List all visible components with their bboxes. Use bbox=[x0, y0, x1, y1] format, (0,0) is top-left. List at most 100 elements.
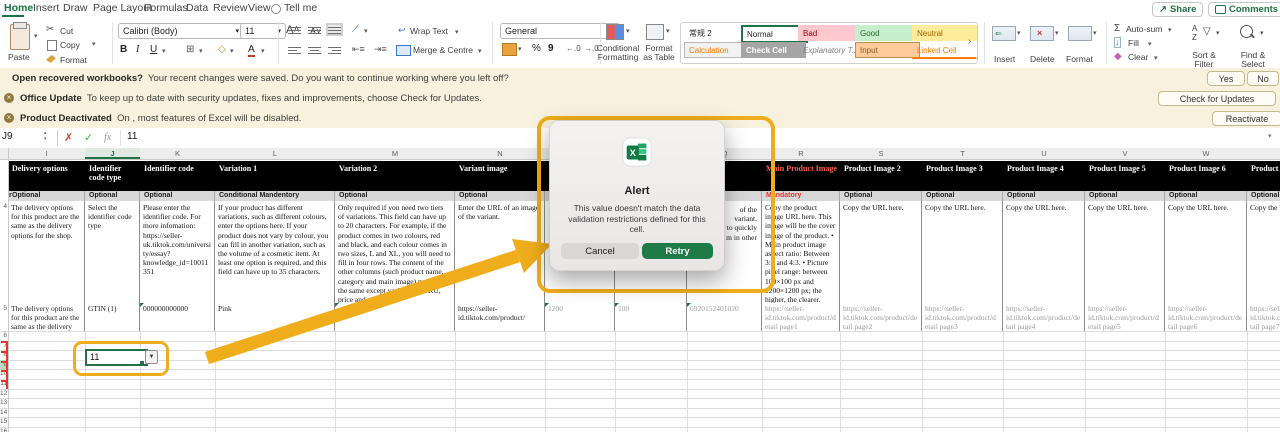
col-X-description[interactable]: Copy the URL here. bbox=[1247, 201, 1280, 304]
col-T-header[interactable]: Product Image 3 bbox=[922, 161, 1004, 191]
format-painter-icon[interactable] bbox=[46, 55, 56, 63]
underline-chevron-icon[interactable]: ▾ bbox=[162, 47, 166, 55]
col-N-value[interactable]: https://seller-id.tiktok.com/product/ bbox=[455, 303, 545, 332]
format-cells-icon[interactable] bbox=[1068, 26, 1092, 41]
format-as-table-icon[interactable] bbox=[646, 24, 664, 40]
confirm-entry-icon[interactable]: ✓ bbox=[84, 131, 93, 144]
no-button[interactable]: No bbox=[1247, 71, 1279, 86]
reactivate-button[interactable]: Reactivate bbox=[1212, 111, 1280, 126]
close-icon[interactable]: × bbox=[4, 113, 14, 123]
clear-button[interactable]: Clear bbox=[1128, 52, 1148, 62]
row-number-15[interactable]: 15 bbox=[0, 418, 7, 425]
yes-button[interactable]: Yes bbox=[1207, 71, 1245, 86]
col-L-value[interactable]: Pink bbox=[215, 303, 335, 332]
orientation-icon[interactable]: ⟋ bbox=[352, 24, 359, 35]
copy-button[interactable]: Copy bbox=[60, 40, 80, 50]
column-letter-T[interactable]: T bbox=[922, 148, 1004, 159]
style-check-cell[interactable]: Check Cell bbox=[741, 42, 806, 58]
menu-view[interactable]: View bbox=[248, 2, 271, 14]
insert-function-icon[interactable]: fx bbox=[104, 132, 111, 143]
col-I-header[interactable]: Delivery options bbox=[8, 161, 86, 191]
col-V-header[interactable]: Product Image 5 bbox=[1085, 161, 1166, 191]
column-letter-W[interactable]: W bbox=[1165, 148, 1248, 159]
menu-tell-me[interactable]: Tell me bbox=[284, 2, 317, 14]
col-I-description[interactable]: The delivery options for this product ar… bbox=[8, 201, 85, 304]
align-middle-icon[interactable] bbox=[308, 25, 321, 34]
col-J-value[interactable]: GTIN (1) bbox=[85, 303, 140, 332]
col-J-header[interactable]: Identifier code type bbox=[85, 161, 141, 191]
menu-review[interactable]: Review bbox=[213, 2, 247, 14]
col-W-header[interactable]: Product Image 6 bbox=[1165, 161, 1248, 191]
col-R-value[interactable]: https://seller-id.tiktok.com/product/det… bbox=[762, 303, 840, 332]
col-V-description[interactable]: Copy the URL here. bbox=[1085, 201, 1165, 304]
col-P-value[interactable]: 100 bbox=[615, 303, 687, 332]
col-L-header[interactable]: Variation 1 bbox=[215, 161, 336, 191]
col-W-description[interactable]: Copy the URL here. bbox=[1165, 201, 1247, 304]
find-chevron-icon[interactable]: ▾ bbox=[1260, 29, 1264, 37]
menu-formulas[interactable]: Formulas bbox=[144, 2, 188, 14]
autosum-chevron-icon[interactable]: ▾ bbox=[1168, 26, 1172, 34]
close-icon[interactable]: × bbox=[4, 93, 14, 103]
cf-chevron-icon[interactable]: ▾ bbox=[626, 27, 630, 35]
number-format-combo[interactable]: General▾ bbox=[500, 23, 620, 39]
fat-chevron-icon[interactable]: ▾ bbox=[666, 27, 670, 35]
find-select-button[interactable]: Find & Select bbox=[1234, 51, 1272, 69]
insert-cells-icon[interactable]: ⇐ bbox=[992, 26, 1016, 41]
col-J-description[interactable]: Select the identifier code type bbox=[85, 201, 140, 304]
col-X-value[interactable]: https://seller-id.tiktok.com/product/det… bbox=[1247, 303, 1280, 332]
col-K-value[interactable]: 000000000000 bbox=[140, 303, 215, 332]
col-M-description[interactable]: Only required if you need two tiers of v… bbox=[335, 201, 455, 304]
italic-button[interactable]: I bbox=[136, 44, 139, 55]
style-input[interactable]: Input bbox=[855, 42, 920, 58]
column-letter-I[interactable]: I bbox=[8, 148, 86, 159]
copy-chevron-icon[interactable]: ▾ bbox=[92, 40, 96, 48]
col-W-value[interactable]: https://seller-id.tiktok.com/product/det… bbox=[1165, 303, 1247, 332]
col-M-header[interactable]: Variation 2 bbox=[335, 161, 456, 191]
align-right-icon[interactable] bbox=[328, 45, 341, 54]
retry-button[interactable]: Retry bbox=[642, 243, 713, 259]
cut-button[interactable]: Cut bbox=[60, 26, 73, 36]
column-letter-S[interactable]: S bbox=[840, 148, 923, 159]
comments-button[interactable]: Comments bbox=[1208, 2, 1280, 17]
col-S-value[interactable]: https://seller-id.tiktok.com/product/det… bbox=[840, 303, 922, 332]
col-T-value[interactable]: https://seller-id.tiktok.com/product/det… bbox=[922, 303, 1003, 332]
merge-centre-button[interactable]: Merge & Centre bbox=[413, 45, 473, 55]
accounting-format-icon[interactable] bbox=[502, 43, 517, 56]
menu-insert[interactable]: Insert bbox=[33, 2, 59, 14]
column-letter-V[interactable]: V bbox=[1085, 148, 1166, 159]
col-N-header[interactable]: Variant image bbox=[455, 161, 546, 191]
percent-style-icon[interactable]: % bbox=[532, 43, 541, 54]
delete-chevron-icon[interactable]: ▾ bbox=[1055, 29, 1059, 37]
autosum-button[interactable]: Auto-sum bbox=[1126, 24, 1162, 34]
style-normal2[interactable]: 常规 2 bbox=[684, 25, 749, 41]
align-left-icon[interactable] bbox=[288, 45, 301, 54]
align-center-icon[interactable] bbox=[308, 45, 321, 54]
cancel-entry-icon[interactable]: ✗ bbox=[64, 131, 73, 144]
styles-more-icon[interactable]: › bbox=[968, 36, 971, 47]
cancel-button[interactable]: Cancel bbox=[561, 243, 639, 259]
selected-cell-j9[interactable]: 11 bbox=[85, 349, 148, 366]
clear-chevron-icon[interactable]: ▾ bbox=[1154, 54, 1158, 62]
column-letter-N[interactable]: N bbox=[455, 148, 546, 159]
col-K-header[interactable]: Identifier code bbox=[140, 161, 216, 191]
comma-style-icon[interactable]: 9 bbox=[548, 43, 554, 54]
col-U-value[interactable]: https://seller-id.tiktok.com/product/det… bbox=[1003, 303, 1085, 332]
row-number-6[interactable]: 6 bbox=[0, 332, 7, 339]
style-bad[interactable]: Bad bbox=[798, 25, 863, 41]
row-number-16[interactable]: 16 bbox=[0, 428, 7, 432]
share-button[interactable]: ↗Share bbox=[1152, 2, 1203, 17]
align-top-icon[interactable] bbox=[288, 25, 301, 34]
merge-chevron-icon[interactable]: ▾ bbox=[478, 47, 482, 55]
col-O-value[interactable]: 1200 bbox=[545, 303, 615, 332]
style-good[interactable]: Good bbox=[855, 25, 920, 41]
col-V-value[interactable]: https://seller-id.tiktok.com/product/det… bbox=[1085, 303, 1165, 332]
menu-home[interactable]: Home bbox=[4, 2, 33, 14]
col-L-description[interactable]: If your product has different variations… bbox=[215, 201, 335, 304]
row-number-12[interactable]: 12 bbox=[0, 390, 7, 397]
format-as-table-button[interactable]: Format as Table bbox=[642, 44, 676, 62]
menu-data[interactable]: Data bbox=[186, 2, 208, 14]
dropdown-arrow-icon[interactable]: ▼ bbox=[145, 350, 158, 364]
formula-bar-expand-icon[interactable]: ▾ bbox=[1268, 132, 1272, 140]
row-number-13[interactable]: 13 bbox=[0, 399, 7, 406]
check-for-updates-button[interactable]: Check for Updates bbox=[1158, 91, 1276, 106]
